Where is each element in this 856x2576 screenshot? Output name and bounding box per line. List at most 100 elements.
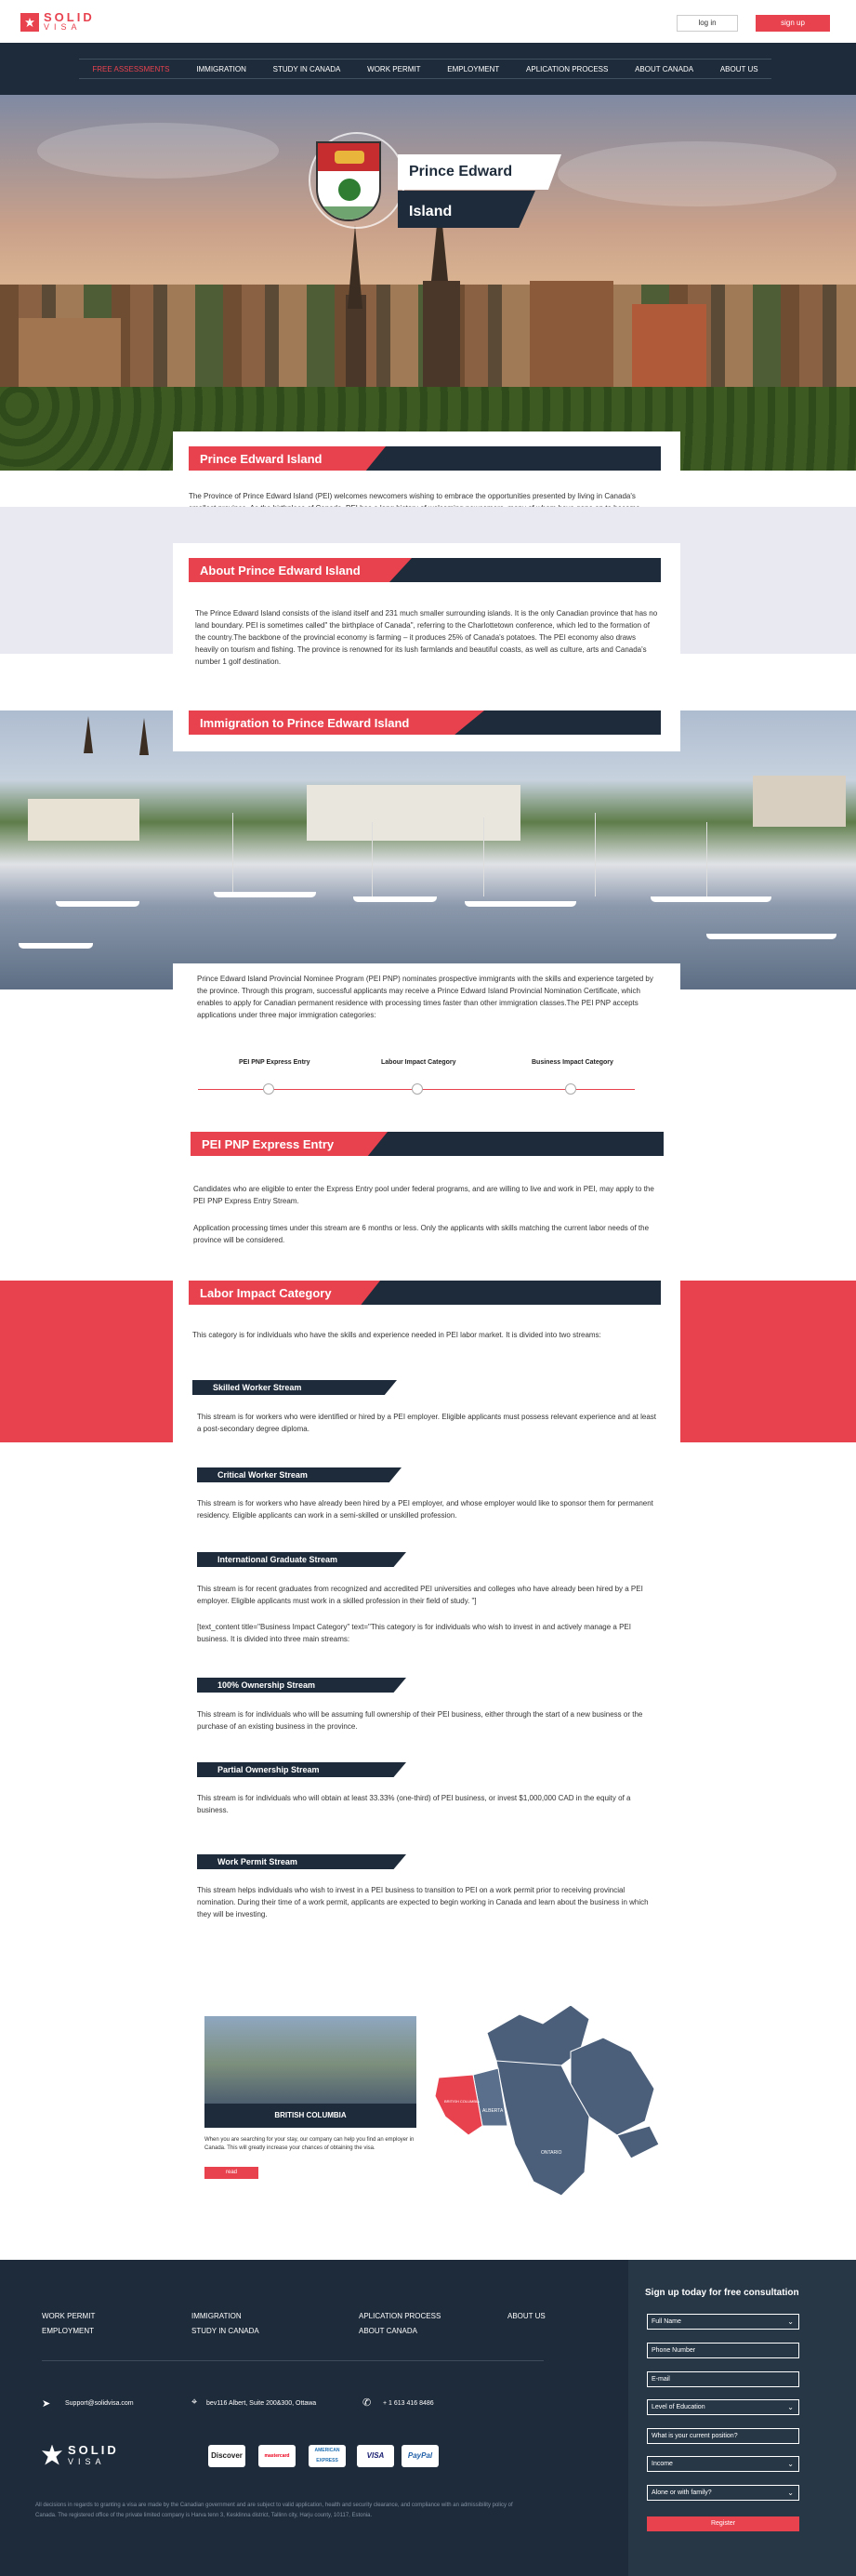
stream-header: Skilled Worker Stream — [192, 1380, 397, 1395]
nav-free-assessments[interactable]: FREE ASSESSMENTS — [92, 65, 169, 73]
section-header: Labor Impact Category — [189, 1281, 661, 1305]
province-card-button[interactable]: read — [204, 2167, 258, 2179]
province-card-label[interactable]: BRITISH COLUMBIA — [204, 2104, 416, 2128]
login-button[interactable]: log in — [677, 15, 738, 32]
discover-icon: Discover — [208, 2445, 245, 2467]
map-label-british-columbia: BRITISH COLUMBIA — [444, 2099, 480, 2104]
form-title: Sign up today for free consultation — [645, 2288, 799, 2298]
timeline-label[interactable]: Labour Impact Category — [381, 1059, 456, 1066]
side-block-right — [678, 1281, 856, 1442]
section-title: Labor Impact Category — [200, 1286, 332, 1300]
stream-header: Partial Ownership Stream — [197, 1762, 406, 1777]
section-header: About Prince Edward Island — [189, 558, 661, 582]
mastercard-icon: mastercard — [258, 2445, 296, 2467]
visa-icon: VISA — [357, 2445, 394, 2467]
stream-text: This stream helps individuals who wish t… — [197, 1886, 649, 1919]
amex-icon: AMERICAN EXPRESS — [309, 2445, 346, 2467]
phone-input[interactable]: Phone Number — [647, 2343, 799, 2358]
logo[interactable]: SOLID VISA — [20, 10, 95, 32]
stream-text: This stream is for individuals who will … — [197, 1794, 631, 1814]
family-select[interactable]: Alone or with family? ⌄ — [647, 2485, 799, 2501]
stream-header: 100% Ownership Stream — [197, 1678, 406, 1693]
timeline-label[interactable]: PEI PNP Express Entry — [239, 1059, 310, 1066]
field-placeholder: E-mail — [652, 2376, 670, 2383]
maple-leaf-icon — [20, 13, 39, 32]
position-input[interactable]: What is your current position? — [647, 2428, 799, 2444]
section-header: PEI PNP Express Entry — [191, 1132, 664, 1156]
hero-subtitle: Island — [409, 204, 453, 219]
province-card-text: When you are searching for your stay, ou… — [204, 2137, 415, 2151]
side-block-left — [0, 1281, 175, 1442]
stream-header: International Graduate Stream — [197, 1552, 406, 1567]
field-placeholder: Phone Number — [652, 2347, 696, 2354]
chevron-down-icon: ⌄ — [787, 2489, 794, 2497]
income-select[interactable]: Income ⌄ — [647, 2456, 799, 2472]
section-title: Prince Edward Island — [200, 452, 323, 466]
stream-header: Work Permit Stream — [197, 1854, 406, 1869]
full-name-input[interactable]: Full Name ⌄ — [647, 2314, 799, 2330]
signup-button[interactable]: sign up — [756, 15, 830, 32]
education-select[interactable]: Level of Education ⌄ — [647, 2399, 799, 2415]
nav-about-canada[interactable]: ABOUT CANADA — [635, 65, 693, 73]
send-icon: ➤ — [42, 2398, 51, 2410]
email-input[interactable]: E-mail — [647, 2371, 799, 2387]
stream-text: [text_content title="Business Impact Cat… — [197, 1623, 631, 1643]
immigration-text: Prince Edward Island Provincial Nominee … — [197, 975, 653, 1019]
maple-leaf-icon — [42, 2444, 62, 2465]
section-title: Immigration to Prince Edward Island — [200, 716, 410, 730]
footer-email[interactable]: Support@solidvisa.com — [65, 2400, 134, 2407]
chevron-down-icon: ⌄ — [787, 2460, 794, 2468]
paypal-icon: PayPal — [402, 2445, 439, 2467]
stream-title: Partial Ownership Stream — [217, 1765, 320, 1774]
express-entry-text: Candidates who are eligible to enter the… — [193, 1185, 654, 1205]
footer-logo[interactable]: SOLID VISA — [42, 2443, 119, 2466]
timeline-dot[interactable] — [263, 1083, 274, 1095]
footer-link[interactable]: ABOUT US — [507, 2312, 546, 2320]
footer-link[interactable]: APLICATION PROCESS — [359, 2312, 441, 2320]
chevron-down-icon: ⌄ — [787, 2317, 794, 2326]
stream-text: This stream is for recent graduates from… — [197, 1585, 643, 1605]
province-card-image[interactable] — [204, 2016, 416, 2104]
nav-about-us[interactable]: ABOUT US — [720, 65, 758, 73]
nav-study-in-canada[interactable]: STUDY IN CANADA — [273, 65, 341, 73]
footer-divider — [42, 2360, 544, 2361]
nav-work-permit[interactable]: WORK PERMIT — [367, 65, 420, 73]
footer-link[interactable]: IMMIGRATION — [191, 2312, 242, 2320]
field-placeholder: What is your current position? — [652, 2433, 738, 2439]
chevron-down-icon: ⌄ — [787, 2403, 794, 2411]
nav-immigration[interactable]: IMMIGRATION — [196, 65, 246, 73]
pei-crest-icon — [316, 141, 381, 221]
footer-link[interactable]: STUDY IN CANADA — [191, 2327, 259, 2335]
stream-title: Skilled Worker Stream — [213, 1383, 302, 1392]
footer-link[interactable]: EMPLOYMENT — [42, 2327, 94, 2335]
logo-text-1: SOLID — [68, 2443, 119, 2457]
stream-title: International Graduate Stream — [217, 1555, 338, 1564]
main-nav: FREE ASSESSMENTS IMMIGRATION STUDY IN CA… — [0, 43, 856, 95]
footer-link[interactable]: ABOUT CANADA — [359, 2327, 417, 2335]
stream-title: Work Permit Stream — [217, 1857, 297, 1866]
timeline-dot[interactable] — [565, 1083, 576, 1095]
harbour-image — [0, 710, 856, 989]
field-placeholder: Alone or with family? — [652, 2490, 712, 2496]
nav-employment[interactable]: EMPLOYMENT — [447, 65, 499, 73]
section-header: Immigration to Prince Edward Island — [189, 710, 661, 735]
canada-map[interactable]: ALBERTA ONTARIO BRITISH COLUMBIA — [431, 1996, 664, 2205]
footer-link[interactable]: WORK PERMIT — [42, 2312, 95, 2320]
timeline-dot[interactable] — [412, 1083, 423, 1095]
footer-disclaimer: All decisions in regards to granting a v… — [35, 2503, 513, 2518]
register-button[interactable]: Register — [647, 2516, 799, 2531]
stream-header: Critical Worker Stream — [197, 1467, 402, 1482]
logo-text-1: SOLID — [44, 10, 95, 24]
hero-title: Prince Edward — [409, 164, 513, 179]
stream-text: This stream is for workers who were iden… — [197, 1413, 657, 1433]
phone-icon: ✆ — [362, 2397, 372, 2409]
stream-title: 100% Ownership Stream — [217, 1680, 316, 1690]
footer-phone[interactable]: + 1 613 416 8486 — [383, 2400, 434, 2407]
timeline-label[interactable]: Business Impact Category — [532, 1059, 613, 1066]
section-title: About Prince Edward Island — [200, 564, 361, 578]
about-text: The Prince Edward Island consists of the… — [195, 609, 658, 666]
stream-text: This stream is for individuals who will … — [197, 1710, 643, 1731]
stream-text: This stream is for workers who have alre… — [197, 1499, 653, 1520]
nav-application-process[interactable]: APLICATION PROCESS — [526, 65, 608, 73]
labor-text: This category is for individuals who hav… — [192, 1331, 601, 1339]
